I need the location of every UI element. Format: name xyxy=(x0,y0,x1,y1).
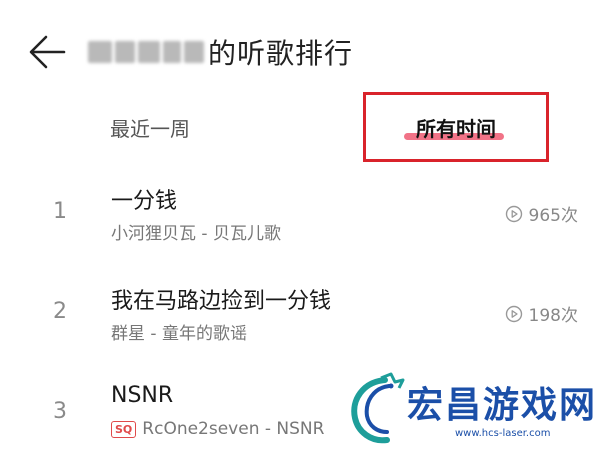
song-artist-text: RcOne2seven - NSNR xyxy=(142,419,325,439)
play-count: 198次 xyxy=(505,301,578,326)
song-title: 一分钱 xyxy=(111,189,178,214)
song-row[interactable]: 1 一分钱 小河狸贝瓦 - 贝瓦儿歌 965次 xyxy=(0,165,600,265)
page-title-text: 的听歌排行 xyxy=(208,37,354,70)
song-title: NSNR xyxy=(111,383,174,408)
page-title: 的听歌排行 xyxy=(88,30,353,74)
tab-recent-week[interactable]: 最近一周 xyxy=(90,92,210,162)
watermark-text: 宏昌游戏网 xyxy=(407,385,598,426)
song-title: 我在马路边捡到一分钱 xyxy=(111,289,332,314)
header: 的听歌排行 xyxy=(0,0,600,100)
song-artist-text: 群星 - 童年的歌谣 xyxy=(111,324,247,344)
song-artist: 小河狸贝瓦 - 贝瓦儿歌 xyxy=(111,219,281,244)
time-range-tabs: 最近一周 所有时间 xyxy=(0,92,600,162)
song-artist-text: 小河狸贝瓦 - 贝瓦儿歌 xyxy=(111,224,281,244)
dragon-logo-icon xyxy=(351,372,405,444)
play-count: 965次 xyxy=(505,201,578,226)
sq-quality-badge: SQ xyxy=(111,420,137,438)
song-rank: 3 xyxy=(53,399,67,424)
play-circle-icon xyxy=(505,205,522,222)
play-count-text: 965次 xyxy=(528,206,578,226)
blurred-username xyxy=(88,41,204,63)
song-row[interactable]: 2 我在马路边捡到一分钱 群星 - 童年的歌谣 198次 xyxy=(0,265,600,365)
tab-recent-week-label: 最近一周 xyxy=(110,116,190,141)
back-button[interactable] xyxy=(26,30,70,74)
song-rank: 1 xyxy=(53,199,67,224)
song-artist: SQ RcOne2seven - NSNR xyxy=(111,419,324,439)
play-circle-icon xyxy=(505,305,522,322)
song-rank: 2 xyxy=(53,299,67,324)
watermark-url: www.hcs-laser.com xyxy=(455,428,551,439)
tab-all-time-label: 所有时间 xyxy=(416,116,496,141)
site-watermark: 宏昌游戏网 www.hcs-laser.com xyxy=(345,370,600,450)
play-count-text: 198次 xyxy=(528,306,578,326)
song-artist: 群星 - 童年的歌谣 xyxy=(111,319,247,344)
tab-all-time[interactable]: 所有时间 xyxy=(363,92,549,162)
back-arrow-icon xyxy=(29,35,66,69)
